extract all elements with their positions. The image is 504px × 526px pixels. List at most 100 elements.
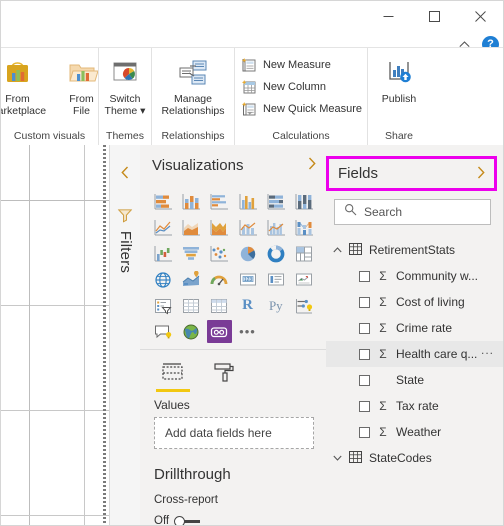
hundred-percent-stacked-column-chart-icon[interactable] xyxy=(292,190,317,213)
line-chart-icon[interactable] xyxy=(150,216,175,239)
ribbon-group-relationships: Manage Relationships Relationships xyxy=(152,48,235,145)
switch-theme-button[interactable]: Switch Theme ▾ xyxy=(100,52,151,117)
ribbon-group-themes: Switch Theme ▾ Themes xyxy=(99,48,152,145)
sigma-icon: Σ xyxy=(379,399,387,413)
field-checkbox[interactable] xyxy=(359,348,370,360)
publish-button[interactable]: Publish xyxy=(368,52,430,105)
field-row-weather[interactable]: Σ Weather xyxy=(326,419,503,445)
expand-filters-icon[interactable] xyxy=(116,163,134,181)
table-icon xyxy=(349,242,362,258)
canvas-resize-handle[interactable] xyxy=(102,145,107,525)
fields-table-retirementstats[interactable]: RetirementStats xyxy=(326,237,503,263)
fields-table-statecodes[interactable]: StateCodes xyxy=(326,445,503,471)
maximize-button[interactable] xyxy=(411,1,457,31)
svg-text:123: 123 xyxy=(243,276,252,282)
field-row-state[interactable]: Σ State xyxy=(326,367,503,393)
field-row-tax-rate[interactable]: Σ Tax rate xyxy=(326,393,503,419)
more-options-icon[interactable]: ••• xyxy=(235,320,260,343)
field-more-options-icon[interactable]: ... xyxy=(481,344,494,356)
stacked-bar-chart-icon[interactable] xyxy=(150,190,175,213)
canvas-gridlines-secondary xyxy=(1,145,111,525)
search-input[interactable]: Search xyxy=(334,199,491,225)
field-checkbox[interactable] xyxy=(359,322,370,334)
btn-label-line2: Relationships xyxy=(161,105,225,117)
window-controls xyxy=(365,1,503,31)
ribbon-group-title: Share xyxy=(384,130,414,142)
ribbon: FromMarketplace FromFile Cu xyxy=(1,47,503,146)
funnel-icon[interactable] xyxy=(178,242,203,265)
arcgis-maps-icon[interactable] xyxy=(178,320,203,343)
key-influencers-icon[interactable] xyxy=(292,294,317,317)
python-visual-icon[interactable]: Py xyxy=(263,294,288,317)
chevron-up-icon[interactable] xyxy=(332,247,342,253)
ribbon-chart-icon[interactable] xyxy=(292,216,317,239)
slicer-icon[interactable] xyxy=(150,294,175,317)
chevron-down-icon[interactable] xyxy=(332,455,342,461)
waterfall-chart-icon[interactable] xyxy=(150,242,175,265)
visual-pane-tabs xyxy=(140,350,326,392)
line-and-clustered-column-chart-icon[interactable] xyxy=(263,216,288,239)
cross-report-toggle[interactable] xyxy=(174,515,201,525)
sigma-icon: Σ xyxy=(379,295,387,309)
map-icon[interactable] xyxy=(150,268,175,291)
treemap-icon[interactable] xyxy=(292,242,317,265)
field-checkbox[interactable] xyxy=(359,426,370,438)
expand-visualizations-icon[interactable] xyxy=(308,157,316,173)
cross-report-label: Cross-report xyxy=(154,494,218,506)
filters-pane-collapsed[interactable]: Filters xyxy=(110,145,141,525)
values-drop-zone[interactable]: Add data fields here xyxy=(154,417,314,449)
field-row-cost-of-living[interactable]: Σ Cost of living xyxy=(326,289,503,315)
gauge-icon[interactable] xyxy=(207,268,232,291)
donut-chart-icon[interactable] xyxy=(263,242,288,265)
close-button[interactable] xyxy=(457,1,503,31)
report-canvas[interactable] xyxy=(1,145,111,525)
visualizations-header[interactable]: Visualizations xyxy=(140,145,326,185)
kpi-icon[interactable] xyxy=(292,268,317,291)
clustered-bar-chart-icon[interactable] xyxy=(207,190,232,213)
minimize-button[interactable] xyxy=(365,1,411,31)
filled-map-icon[interactable] xyxy=(178,268,203,291)
hundred-percent-stacked-bar-chart-icon[interactable] xyxy=(263,190,288,213)
fields-well-icon xyxy=(161,358,185,384)
scatter-chart-icon[interactable] xyxy=(207,242,232,265)
matrix-icon[interactable] xyxy=(207,294,232,317)
sigma-icon: Σ xyxy=(379,269,387,283)
title-bar: ? xyxy=(1,1,503,53)
multi-row-card-icon[interactable] xyxy=(263,268,288,291)
custom-visual-selected-icon[interactable] xyxy=(206,320,232,343)
table-icon[interactable] xyxy=(178,294,203,317)
clustered-column-chart-icon[interactable] xyxy=(235,190,260,213)
format-tab[interactable] xyxy=(206,358,244,392)
new-measure-icon xyxy=(240,56,258,74)
new-quick-measure-icon xyxy=(240,100,258,118)
stacked-column-chart-icon[interactable] xyxy=(178,190,203,213)
field-checkbox[interactable] xyxy=(359,270,370,282)
r-script-visual-icon[interactable]: R xyxy=(235,294,260,317)
q-and-a-icon[interactable] xyxy=(150,320,175,343)
card-icon[interactable]: 123 xyxy=(235,268,260,291)
btn-label-line1: From xyxy=(69,93,94,105)
field-name: Community w... xyxy=(396,269,479,283)
field-checkbox[interactable] xyxy=(359,296,370,308)
btn-label-line2: Marketplace xyxy=(1,105,47,117)
stacked-area-chart-icon[interactable] xyxy=(207,216,232,239)
field-row-community-w[interactable]: Σ Community w... xyxy=(326,263,503,289)
values-well-label: Values xyxy=(154,398,190,412)
from-marketplace-button[interactable]: FromMarketplace xyxy=(1,52,49,117)
field-checkbox[interactable] xyxy=(359,400,370,412)
new-column-button[interactable]: New Column xyxy=(237,76,365,98)
manage-relationships-button[interactable]: Manage Relationships xyxy=(153,52,234,117)
fields-tab[interactable] xyxy=(154,358,192,392)
field-row-crime-rate[interactable]: Σ Crime rate xyxy=(326,315,503,341)
field-checkbox[interactable] xyxy=(359,374,370,386)
pie-chart-icon[interactable] xyxy=(235,242,260,265)
line-and-stacked-column-chart-icon[interactable] xyxy=(235,216,260,239)
btn-label-line1: Publish xyxy=(381,93,417,105)
field-row-health-care-q[interactable]: Σ Health care q... ... xyxy=(326,341,503,367)
new-quick-measure-button[interactable]: New Quick Measure xyxy=(237,98,365,120)
ribbon-group-custom-visuals: FromMarketplace FromFile Cu xyxy=(1,48,99,145)
new-measure-button[interactable]: New Measure xyxy=(237,54,365,76)
cross-report-toggle-row[interactable]: Off xyxy=(140,506,326,525)
drillthrough-title: Drillthrough xyxy=(154,466,231,483)
area-chart-icon[interactable] xyxy=(178,216,203,239)
